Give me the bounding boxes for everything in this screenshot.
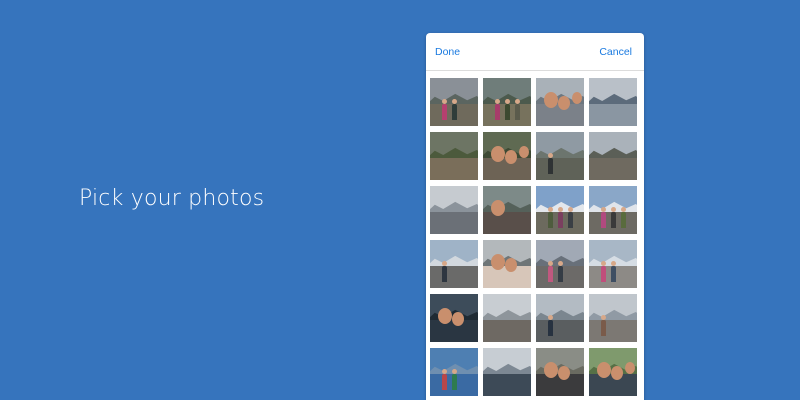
photo-group-snow[interactable] (589, 186, 637, 234)
person-face (491, 146, 505, 162)
photo-river-rocks[interactable] (430, 132, 478, 180)
person-face (491, 200, 505, 216)
person-figure (505, 99, 510, 120)
person-face (597, 362, 611, 378)
photo-man-standing[interactable] (536, 132, 584, 180)
page-title: Pick your photos (79, 186, 265, 211)
person-figure (611, 207, 616, 228)
person-face (491, 254, 505, 270)
photo-group-trail[interactable] (483, 78, 531, 126)
photo-selfie-lake[interactable] (536, 78, 584, 126)
photo-road-mountain[interactable] (430, 240, 478, 288)
person-figure (495, 99, 500, 120)
photo-group-selfie[interactable] (536, 348, 584, 396)
person-face (544, 92, 558, 108)
photo-pair-snow[interactable] (589, 240, 637, 288)
photo-picker-dialog: Done Cancel (426, 33, 644, 400)
person-face (611, 366, 623, 380)
person-face (505, 150, 517, 164)
photo-selfie-woman[interactable] (483, 132, 531, 180)
person-figure (558, 207, 563, 228)
person-figure (621, 207, 626, 228)
person-figure (548, 153, 553, 174)
photo-ground (536, 320, 584, 342)
done-button[interactable]: Done (435, 46, 460, 58)
photo-ground (483, 320, 531, 342)
photo-ground (430, 158, 478, 180)
person-figure (601, 315, 606, 336)
person-figure (548, 315, 553, 336)
person-face (544, 362, 558, 378)
person-figure (515, 99, 520, 120)
photo-railroad[interactable] (483, 294, 531, 342)
photo-ground (430, 212, 478, 234)
person-figure (452, 99, 457, 120)
photo-man-grin[interactable] (589, 348, 637, 396)
person-face (558, 366, 570, 380)
photo-car-window[interactable] (430, 294, 478, 342)
picker-toolbar: Done Cancel (426, 33, 644, 71)
photo-ground (589, 320, 637, 342)
photo-ground (589, 104, 637, 126)
person-figure (548, 207, 553, 228)
photo-lake-horizon[interactable] (483, 348, 531, 396)
person-face (519, 146, 529, 158)
photo-pair-road[interactable] (536, 240, 584, 288)
person-face (625, 362, 635, 374)
photo-mountain-lake[interactable] (589, 78, 637, 126)
person-face (558, 96, 570, 110)
person-figure (442, 261, 447, 282)
photo-woman-road[interactable] (589, 294, 637, 342)
photo-ground (483, 374, 531, 396)
photo-ground (430, 266, 478, 288)
person-face (452, 312, 464, 326)
person-figure (601, 261, 606, 282)
photo-hikers-mountain[interactable] (430, 78, 478, 126)
photo-ground (589, 158, 637, 180)
photo-ground (536, 158, 584, 180)
photo-grid (430, 78, 637, 396)
photo-misty-mountain[interactable] (430, 186, 478, 234)
photo-selfie-two[interactable] (483, 186, 531, 234)
person-figure (452, 369, 457, 390)
photo-ground (483, 212, 531, 234)
person-face (505, 258, 517, 272)
photo-pair-blue[interactable] (430, 348, 478, 396)
person-figure (442, 99, 447, 120)
person-face (438, 308, 452, 324)
photo-man-lake[interactable] (536, 294, 584, 342)
person-figure (548, 261, 553, 282)
photo-snowy-peaks[interactable] (536, 186, 584, 234)
person-figure (442, 369, 447, 390)
photo-road-trees[interactable] (589, 132, 637, 180)
person-figure (601, 207, 606, 228)
photo-woman-hat[interactable] (483, 240, 531, 288)
person-figure (611, 261, 616, 282)
cancel-button[interactable]: Cancel (599, 46, 632, 58)
person-face (572, 92, 582, 104)
person-figure (568, 207, 573, 228)
person-figure (558, 261, 563, 282)
